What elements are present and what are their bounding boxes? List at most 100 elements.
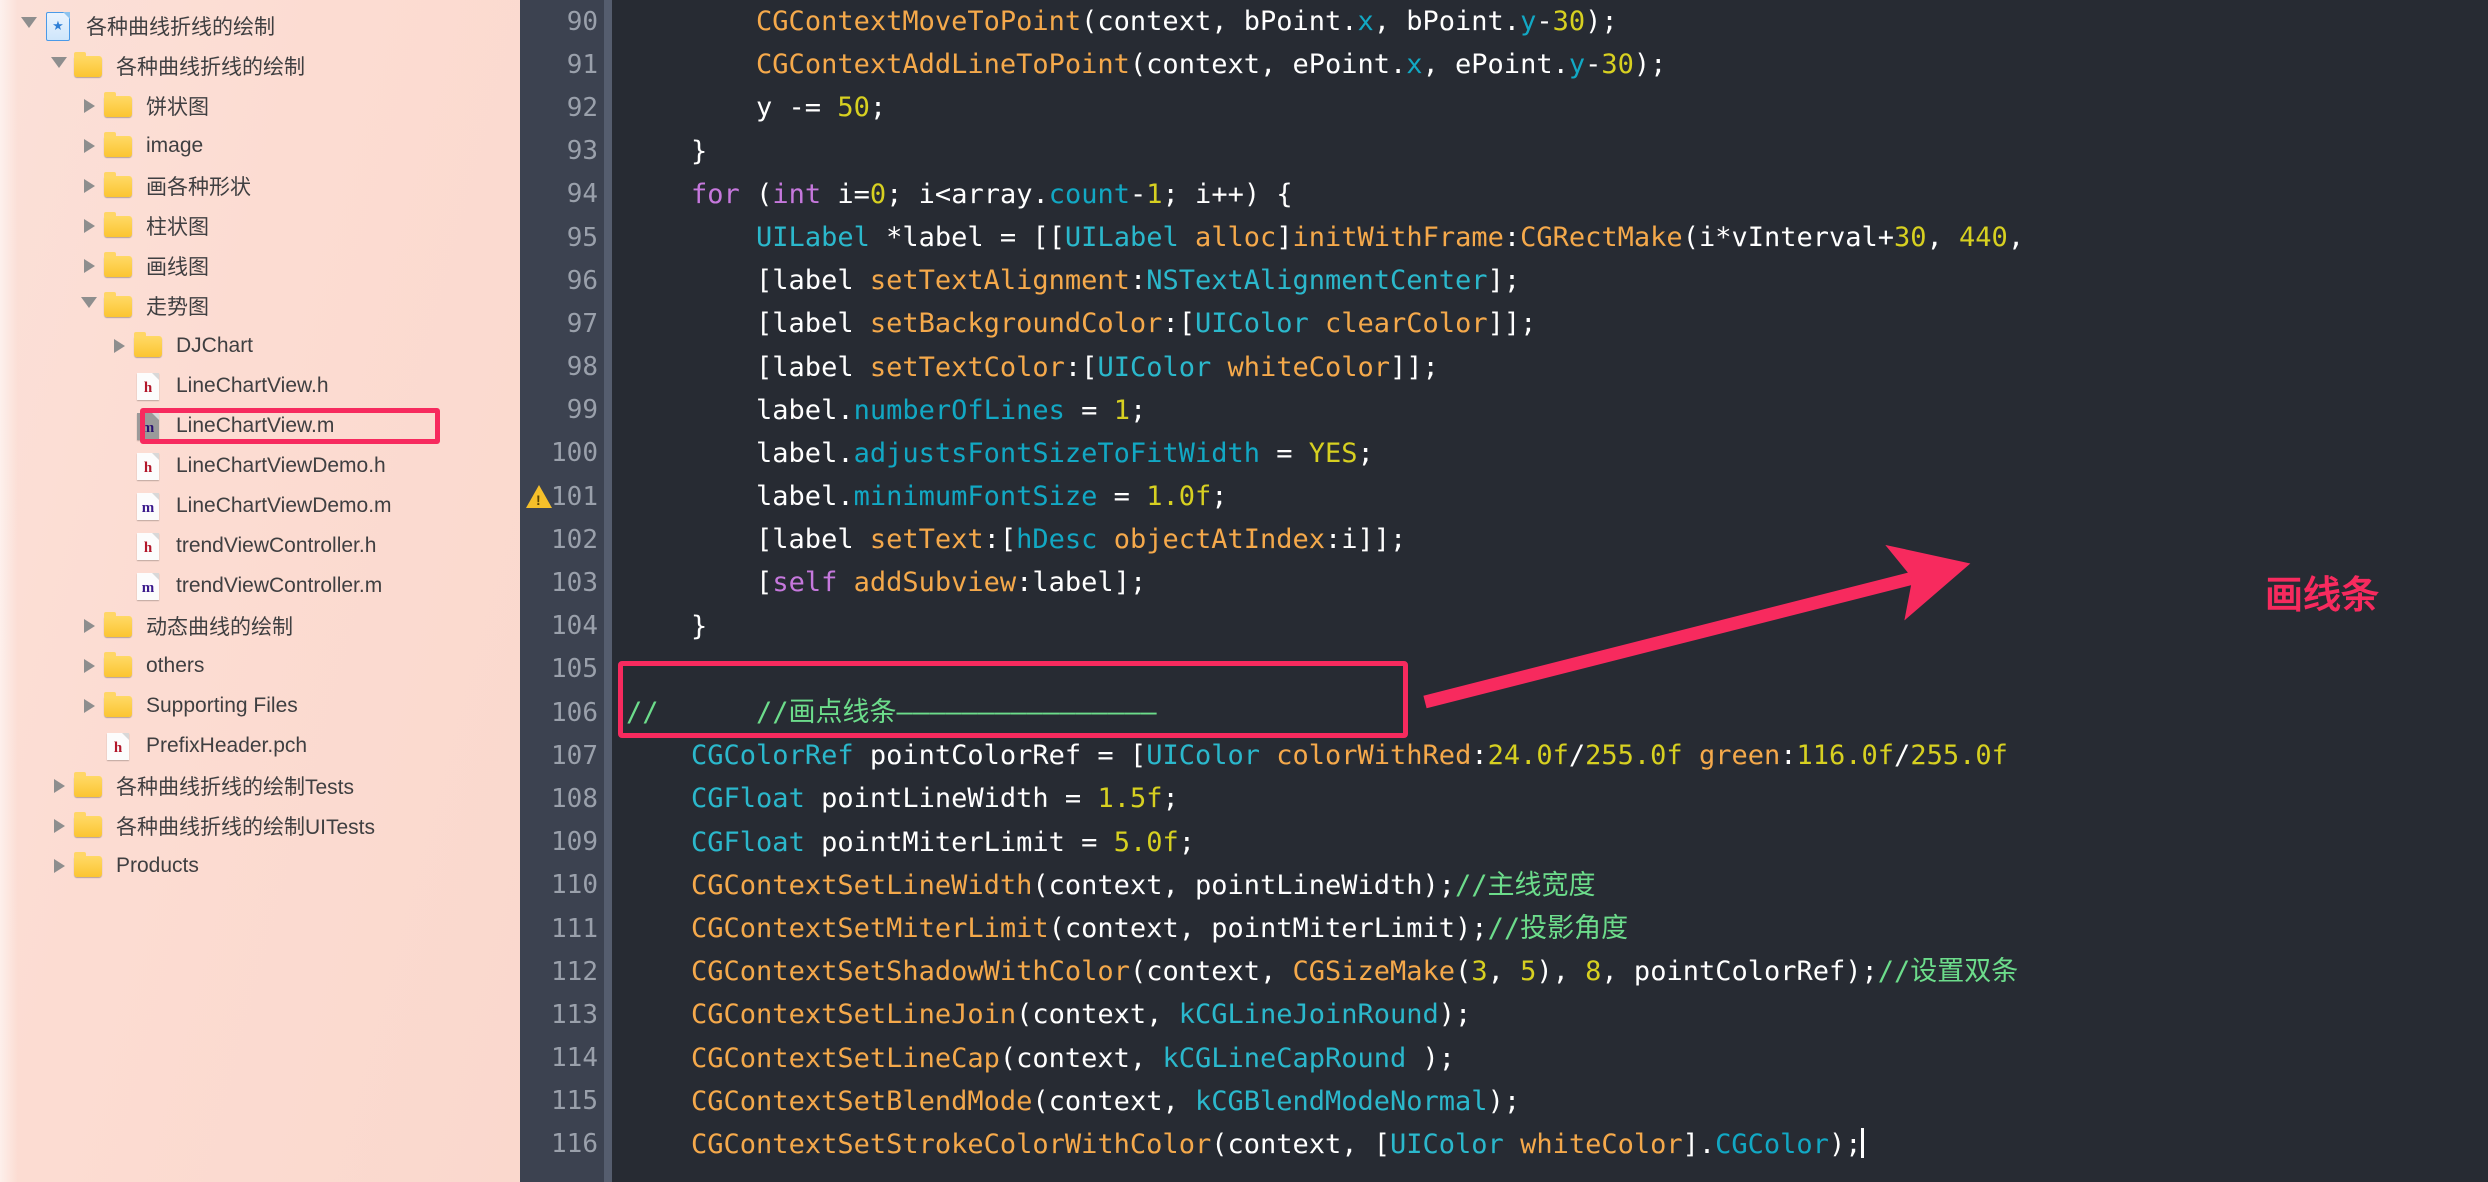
- code-token: (context,: [1129, 956, 1293, 988]
- code-line[interactable]: y -= 50;: [612, 86, 2488, 129]
- disclosure-triangle-closed-icon[interactable]: [78, 646, 100, 686]
- navigator-row[interactable]: 画各种形状: [0, 166, 520, 206]
- navigator-row[interactable]: Supporting Files: [0, 686, 520, 726]
- code-line[interactable]: CGContextSetLineWidth(context, pointLine…: [612, 864, 2488, 907]
- disclosure-triangle-closed-icon[interactable]: [78, 86, 100, 126]
- code-line[interactable]: CGContextSetMiterLimit(context, pointMit…: [612, 907, 2488, 950]
- disclosure-triangle-closed-icon[interactable]: [78, 246, 100, 286]
- disclosure-triangle-closed-icon[interactable]: [48, 766, 70, 806]
- disclosure-triangle-open-icon[interactable]: [78, 286, 100, 326]
- code-token: [label: [626, 265, 870, 297]
- disclosure-triangle-closed-icon[interactable]: [78, 606, 100, 646]
- code-line[interactable]: label.adjustsFontSizeToFitWidth = YES;: [612, 432, 2488, 475]
- navigator-row[interactable]: 各种曲线折线的绘制UITests: [0, 806, 520, 846]
- header-file-icon: h: [130, 366, 166, 406]
- navigator-row[interactable]: 柱状图: [0, 206, 520, 246]
- navigator-row[interactable]: DJChart: [0, 326, 520, 366]
- navigator-row[interactable]: 走势图: [0, 286, 520, 326]
- code-token: 1: [1146, 178, 1163, 210]
- code-token: YES: [1308, 437, 1358, 469]
- code-token: (context,: [1032, 1085, 1195, 1117]
- code-line[interactable]: for (int i=0; i<array.count-1; i++) {: [612, 173, 2488, 216]
- navigator-row[interactable]: image: [0, 126, 520, 166]
- code-line[interactable]: label.minimumFontSize = 1.0f;: [612, 475, 2488, 518]
- code-editor[interactable]: 9091929394959697989910010110210310410510…: [520, 0, 2488, 1182]
- code-line[interactable]: CGContextSetLineCap(context, kCGLineCapR…: [612, 1037, 2488, 1080]
- code-line[interactable]: // //画点线条————————————————: [612, 691, 2488, 734]
- project-navigator[interactable]: ★ 各种曲线折线的绘制 各种曲线折线的绘制 饼状图 image 画各种形状 柱状图 画线图 走势…: [0, 0, 520, 1182]
- code-token: :: [1780, 740, 1797, 772]
- disclosure-triangle-open-icon[interactable]: [18, 6, 40, 46]
- code-line[interactable]: [612, 648, 2488, 691]
- disclosure-triangle-closed-icon[interactable]: [78, 686, 100, 726]
- disclosure-triangle-closed-icon[interactable]: [78, 206, 100, 246]
- code-token: [label: [626, 524, 870, 556]
- code-token: y -=: [626, 92, 838, 124]
- code-token: label.: [626, 394, 854, 426]
- code-line[interactable]: CGContextSetStrokeColorWithColor(context…: [612, 1123, 2488, 1166]
- code-token: :label];: [1016, 567, 1147, 599]
- navigator-row[interactable]: Products: [0, 846, 520, 886]
- navigator-row[interactable]: 各种曲线折线的绘制Tests: [0, 766, 520, 806]
- code-line[interactable]: label.numberOfLines = 1;: [612, 389, 2488, 432]
- code-line[interactable]: }: [612, 130, 2488, 173]
- navigator-row[interactable]: m LineChartViewDemo.m: [0, 486, 520, 526]
- code-token: i=: [821, 178, 870, 210]
- disclosure-triangle-closed-icon[interactable]: [48, 846, 70, 886]
- disclosure-triangle-closed-icon[interactable]: [78, 126, 100, 166]
- code-line[interactable]: CGContextSetShadowWithColor(context, CGS…: [612, 950, 2488, 993]
- navigator-row[interactable]: h LineChartView.h: [0, 366, 520, 406]
- warning-icon[interactable]: [526, 485, 552, 509]
- code-token: for: [691, 178, 740, 210]
- code-line[interactable]: [label setBackgroundColor:[UIColor clear…: [612, 302, 2488, 345]
- header-file-icon: h: [130, 526, 166, 566]
- code-token: 30: [1552, 6, 1586, 37]
- navigator-row[interactable]: 画线图: [0, 246, 520, 286]
- line-number-text: 102: [551, 524, 598, 555]
- code-line[interactable]: CGColorRef pointColorRef = [UIColor colo…: [612, 734, 2488, 777]
- code-token: setText: [869, 524, 984, 556]
- code-token: adjustsFontSizeToFitWidth: [853, 437, 1260, 469]
- code-line[interactable]: CGContextSetBlendMode(context, kCGBlendM…: [612, 1080, 2488, 1123]
- code-line[interactable]: CGFloat pointLineWidth = 1.5f;: [612, 777, 2488, 820]
- navigator-row[interactable]: h LineChartViewDemo.h: [0, 446, 520, 486]
- disclosure-triangle-open-icon[interactable]: [48, 46, 70, 86]
- navigator-row[interactable]: h PrefixHeader.pch: [0, 726, 520, 766]
- code-line[interactable]: UILabel *label = [[UILabel alloc]initWit…: [612, 216, 2488, 259]
- code-line[interactable]: [label setText:[hDesc objectAtIndex:i]];: [612, 518, 2488, 561]
- code-line[interactable]: [self addSubview:label];: [612, 561, 2488, 604]
- disclosure-triangle-closed-icon[interactable]: [78, 166, 100, 206]
- navigator-row[interactable]: 各种曲线折线的绘制: [0, 46, 520, 86]
- code-token: 8: [1585, 956, 1602, 988]
- line-number: 99: [520, 389, 612, 432]
- code-line[interactable]: [label setTextColor:[UIColor whiteColor]…: [612, 346, 2488, 389]
- code-token: :[: [1162, 308, 1195, 340]
- navigator-row[interactable]: others: [0, 646, 520, 686]
- code-line[interactable]: CGFloat pointMiterLimit = 5.0f;: [612, 821, 2488, 864]
- navigator-row[interactable]: 动态曲线的绘制: [0, 606, 520, 646]
- code-token: 5: [1520, 956, 1537, 988]
- code-line[interactable]: }: [612, 605, 2488, 648]
- navigator-row-label: LineChartViewDemo.h: [176, 454, 386, 477]
- navigator-row[interactable]: h trendViewController.h: [0, 526, 520, 566]
- code-line[interactable]: CGContextMoveToPoint(context, bPoint.x, …: [612, 0, 2488, 43]
- line-number: 109: [520, 821, 612, 864]
- code-content[interactable]: CGContextMoveToPoint(context, bPoint.x, …: [612, 0, 2488, 1182]
- line-number: 106: [520, 691, 612, 734]
- disclosure-triangle-closed-icon[interactable]: [48, 806, 70, 846]
- code-line[interactable]: CGContextSetLineJoin(context, kCGLineJoi…: [612, 993, 2488, 1036]
- code-line[interactable]: [label setTextAlignment:NSTextAlignmentC…: [612, 259, 2488, 302]
- code-token: 116.0f: [1796, 740, 1895, 772]
- line-number: 104: [520, 605, 612, 648]
- navigator-row[interactable]: 饼状图: [0, 86, 520, 126]
- code-token: [: [626, 567, 773, 599]
- navigator-row[interactable]: ★ 各种曲线折线的绘制: [0, 6, 520, 46]
- disclosure-triangle-closed-icon[interactable]: [108, 326, 130, 366]
- code-line[interactable]: CGContextAddLineToPoint(context, ePoint.…: [612, 43, 2488, 86]
- navigator-row[interactable]: m LineChartView.m: [0, 406, 520, 446]
- navigator-row[interactable]: m trendViewController.m: [0, 566, 520, 606]
